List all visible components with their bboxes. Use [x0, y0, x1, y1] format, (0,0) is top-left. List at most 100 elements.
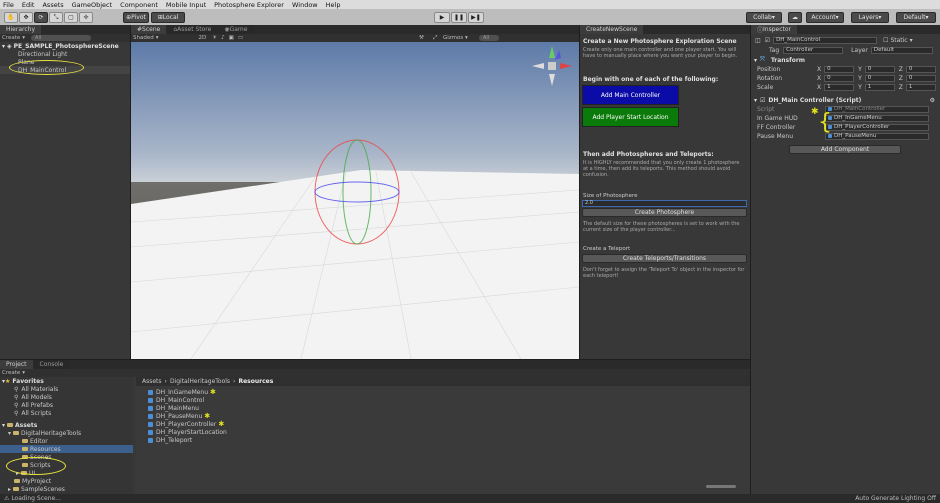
- tools-icon[interactable]: ⚒: [419, 35, 424, 41]
- ingame-hud-field[interactable]: DH_InGameMenu: [825, 114, 929, 122]
- asset-file[interactable]: DH_PlayerStartLocation: [136, 428, 750, 436]
- transform-header[interactable]: ▾ ⤧ Transform: [751, 56, 940, 64]
- static-checkbox[interactable]: ☐: [883, 37, 888, 44]
- layer-dropdown[interactable]: Default: [870, 46, 933, 54]
- pivot-toggle[interactable]: ⊕ Pivot: [123, 12, 149, 23]
- account-dropdown[interactable]: Account ▾: [806, 12, 844, 23]
- add-main-controller-button[interactable]: Add Main Controller: [582, 85, 679, 105]
- add-component-button[interactable]: Add Component: [789, 145, 901, 154]
- static-chevron-icon[interactable]: ▾: [910, 37, 913, 44]
- create-photosphere-button[interactable]: Create Photosphere: [582, 208, 747, 217]
- effects-toggle-icon[interactable]: ▣: [229, 35, 234, 41]
- component-header[interactable]: ▾ ☑ DH_Main Controller (Script) ⚙: [751, 96, 940, 104]
- menu-mobile-input[interactable]: Mobile Input: [166, 1, 206, 9]
- breadcrumb-dht[interactable]: DigitalHeritageTools: [170, 378, 230, 385]
- expand-arrow-icon[interactable]: ▾: [2, 422, 5, 429]
- position-x[interactable]: 0: [824, 65, 855, 73]
- folder-item[interactable]: MyProject: [0, 477, 133, 485]
- scene-viewport[interactable]: [131, 42, 579, 359]
- plane-object[interactable]: [131, 170, 579, 359]
- pause-menu-field[interactable]: DH_PauseMenu: [825, 132, 929, 140]
- folder-item[interactable]: ▸ SampleScenes: [0, 485, 133, 493]
- fav-item[interactable]: ⚲ All Models: [0, 393, 133, 401]
- component-gear-icon[interactable]: ⚙: [930, 97, 935, 104]
- step-button[interactable]: ▶❚: [468, 12, 484, 23]
- create-chevron-icon[interactable]: ▾: [22, 35, 25, 41]
- audio-toggle-icon[interactable]: ♪: [221, 35, 225, 41]
- shading-dropdown[interactable]: Shaded: [133, 35, 154, 41]
- foldout-arrow-icon[interactable]: ▾: [754, 97, 757, 104]
- fav-item[interactable]: ⚲ All Materials: [0, 385, 133, 393]
- fav-item[interactable]: ⚲ All Scripts: [0, 409, 133, 417]
- shading-chevron-icon[interactable]: ▾: [156, 35, 159, 41]
- object-name-input[interactable]: DH_MainControl: [773, 36, 878, 44]
- tab-project[interactable]: Project: [0, 360, 33, 369]
- assets-root[interactable]: ▾ Assets: [0, 421, 133, 429]
- folder-item[interactable]: ▾ DigitalHeritageTools: [0, 429, 133, 437]
- expand-arrow-icon[interactable]: ▾: [8, 430, 11, 437]
- move-tool-icon[interactable]: ✥: [19, 12, 33, 23]
- active-checkbox[interactable]: ☑: [765, 37, 770, 44]
- scale-x[interactable]: 1: [824, 83, 855, 91]
- hierarchy-search[interactable]: All: [31, 35, 92, 41]
- scale-y[interactable]: 1: [864, 83, 895, 91]
- menu-window[interactable]: Window: [292, 1, 318, 9]
- foldout-arrow-icon[interactable]: ▾: [754, 57, 757, 64]
- tab-hierarchy[interactable]: Hierarchy: [0, 25, 42, 34]
- 2d-toggle[interactable]: 2D: [198, 35, 206, 41]
- rotation-z[interactable]: 0: [905, 74, 936, 82]
- icon-size-slider[interactable]: [706, 485, 736, 488]
- scale-tool-icon[interactable]: ⤡: [49, 12, 63, 23]
- position-y[interactable]: 0: [864, 65, 895, 73]
- favorites-root[interactable]: ▾ ★ Favorites: [0, 377, 133, 385]
- tab-scene[interactable]: # Scene: [131, 25, 167, 34]
- pause-button[interactable]: ❚❚: [451, 12, 467, 23]
- fullscreen-icon[interactable]: ⤢: [433, 35, 437, 42]
- scene-search[interactable]: All: [479, 35, 499, 41]
- size-input[interactable]: 2.0: [582, 200, 747, 207]
- collab-dropdown[interactable]: Collab ▾: [746, 12, 782, 23]
- hand-tool-icon[interactable]: ✋: [4, 12, 18, 23]
- asset-file[interactable]: DH_MainMenu: [136, 404, 750, 412]
- tab-game[interactable]: ◉ Game: [218, 25, 254, 34]
- layers-dropdown[interactable]: Layers ▾: [851, 12, 889, 23]
- ff-controller-field[interactable]: DH_PlayerController: [825, 123, 929, 131]
- fav-item[interactable]: ⚲ All Prefabs: [0, 401, 133, 409]
- asset-file[interactable]: DH_PauseMenu ✱: [136, 412, 750, 420]
- menu-help[interactable]: Help: [326, 1, 341, 9]
- folder-item-selected[interactable]: Resources: [0, 445, 133, 453]
- tab-asset-store[interactable]: ⌂ Asset Store: [167, 25, 218, 34]
- breadcrumb-assets[interactable]: Assets: [142, 378, 162, 385]
- project-create[interactable]: Create: [2, 370, 20, 376]
- tab-inspector[interactable]: ⓘ Inspector: [751, 25, 798, 34]
- position-z[interactable]: 0: [905, 65, 936, 73]
- layout-dropdown[interactable]: Default ▾: [896, 12, 936, 23]
- menu-photosphere-explorer[interactable]: Photosphere Explorer: [214, 1, 284, 9]
- script-field[interactable]: DH_MainController: [825, 105, 929, 113]
- scale-z[interactable]: 1: [905, 83, 936, 91]
- create-teleports-button[interactable]: Create Teleports/Transitions: [582, 254, 747, 263]
- collapse-arrow-icon[interactable]: ▸: [8, 486, 11, 493]
- menu-component[interactable]: Component: [120, 1, 158, 9]
- hierarchy-create[interactable]: Create: [2, 35, 20, 41]
- tag-dropdown[interactable]: Controller: [783, 46, 844, 54]
- hierarchy-item-directional-light[interactable]: Directional Light: [0, 50, 130, 58]
- asset-file[interactable]: DH_Teleport: [136, 436, 750, 444]
- menu-edit[interactable]: Edit: [22, 1, 35, 9]
- play-button[interactable]: ▶: [434, 12, 450, 23]
- asset-file[interactable]: DH_PlayerController ✱: [136, 420, 750, 428]
- menu-assets[interactable]: Assets: [42, 1, 63, 9]
- transform-tool-icon[interactable]: ✢: [79, 12, 93, 23]
- tab-create-new-scene[interactable]: CreateNewScene: [580, 25, 644, 34]
- rotation-y[interactable]: 0: [864, 74, 895, 82]
- create-chevron-icon[interactable]: ▾: [22, 370, 25, 376]
- folder-item[interactable]: Editor: [0, 437, 133, 445]
- rotate-tool-icon[interactable]: ⟳: [34, 12, 48, 23]
- light-toggle-icon[interactable]: ☀: [212, 35, 217, 41]
- scene-root[interactable]: ▾ ◈ PE_SAMPLE_PhotosphereScene: [0, 42, 130, 50]
- gizmos-dropdown[interactable]: Gizmos ▾: [443, 35, 468, 41]
- menu-gameobject[interactable]: GameObject: [72, 1, 113, 9]
- asset-file[interactable]: DH_MainControl: [136, 396, 750, 404]
- local-toggle[interactable]: ⊞ Local: [151, 12, 185, 23]
- script-enabled-checkbox[interactable]: ☑: [760, 97, 765, 104]
